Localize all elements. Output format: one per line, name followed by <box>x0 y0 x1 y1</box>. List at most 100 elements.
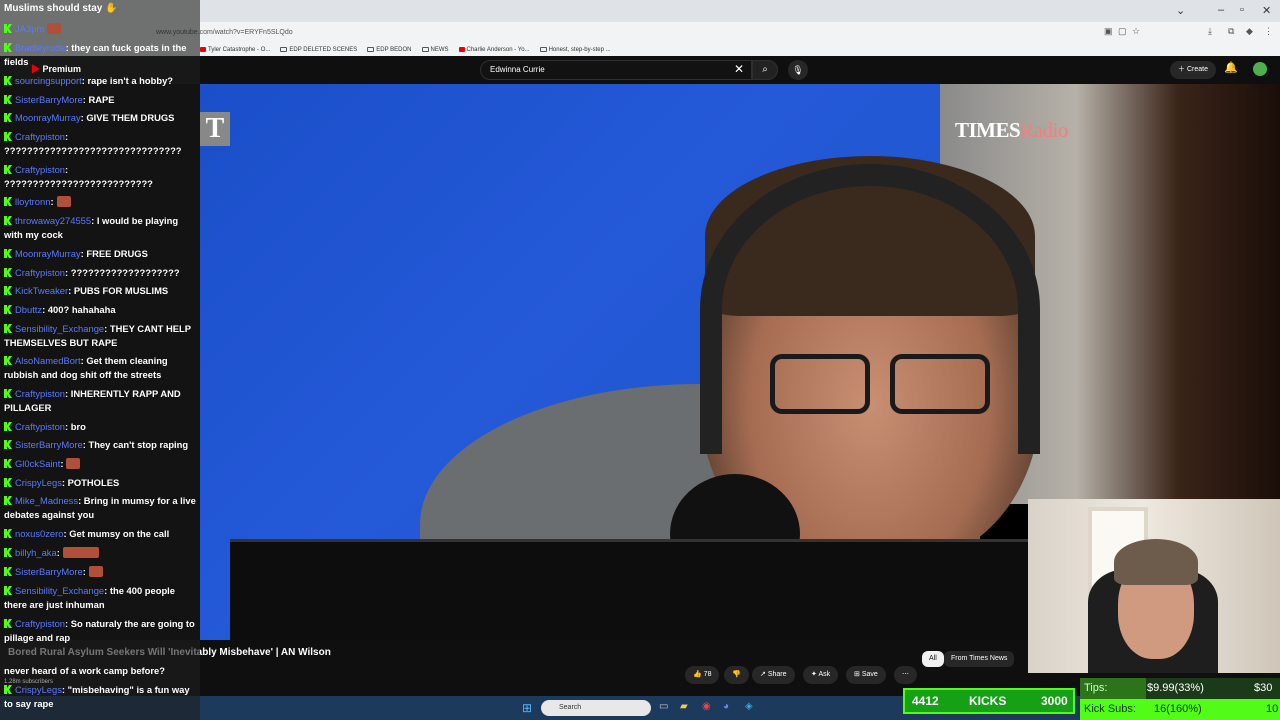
maximize-icon[interactable]: ▫ <box>1240 4 1244 16</box>
create-button[interactable]: ＋ Create <box>1170 61 1216 79</box>
extensions-icon[interactable]: ⧉ <box>1228 26 1234 37</box>
times-t-logo: T <box>200 112 230 146</box>
chat-message: SisterBarryMore: They can't stop raping <box>4 438 196 452</box>
install-app-icon[interactable]: ▣ <box>1104 26 1113 37</box>
search-input[interactable]: Edwinna Currie <box>480 60 752 80</box>
bookmark-item[interactable]: EDP BEDON <box>367 44 412 55</box>
kick-icon <box>4 286 12 295</box>
bookmark-star-icon[interactable]: ☆ <box>1132 26 1140 37</box>
tips-goal: $30 <box>1254 682 1273 694</box>
bookmark-item[interactable]: Tyler Catastrophe - O... <box>200 44 270 55</box>
kick-icon <box>4 496 12 505</box>
streamer-cap <box>1114 539 1198 585</box>
kicks-goal: 3000 <box>1041 694 1068 708</box>
share-label: Share <box>767 671 787 678</box>
kick-icon <box>4 422 12 431</box>
picture-in-picture-icon[interactable]: ▢ <box>1118 26 1127 37</box>
browser-menu-icon[interactable]: ⋮ <box>1264 26 1273 37</box>
taskbar-search[interactable]: Search <box>541 700 651 716</box>
kick-icon <box>4 548 12 557</box>
chat-message: Mike_Madness: Bring in mumsy for a live … <box>4 495 196 520</box>
dislike-button[interactable]: 👎 <box>724 666 749 684</box>
voice-search-button[interactable]: 🎙 <box>788 60 808 80</box>
tab-strip <box>200 0 1280 22</box>
address-bar[interactable]: www.youtube.com/watch?v=ERYFn5SLQdo <box>150 26 1110 40</box>
save-button[interactable]: ⊞ Save <box>846 666 886 684</box>
youtube-icon <box>200 47 206 52</box>
file-explorer-icon[interactable]: ▰ <box>680 701 688 712</box>
create-label: Create <box>1186 66 1208 73</box>
bookmark-item[interactable]: Charlie Anderson - Yo... <box>458 44 530 55</box>
chat-message: SisterBarryMore: <box>4 565 196 579</box>
bookmark-item[interactable]: Honest, step-by-step ... <box>539 44 611 55</box>
like-button[interactable]: 👍 78 <box>685 666 720 684</box>
kicks-current: 4412 <box>912 694 939 708</box>
chat-message: Gl0ckSaint: <box>4 457 196 471</box>
folder-icon <box>367 47 375 52</box>
windows-start-icon[interactable]: ⊞ <box>522 701 532 715</box>
chat-message: KickTweaker: PUBS FOR MUSLIMS <box>4 284 196 298</box>
like-count: 78 <box>703 671 712 678</box>
task-view-icon[interactable]: ▭ <box>659 701 668 712</box>
kick-icon <box>4 529 12 538</box>
more-actions-button[interactable]: ⋯ <box>894 666 917 684</box>
kick-icon <box>4 95 12 104</box>
bookmark-item[interactable]: EDP DELETED SCENES <box>280 44 357 55</box>
kick-icon <box>4 440 12 449</box>
folder-icon <box>539 47 547 52</box>
chat-overlay: Muslims should stay ✋ JA3pm Bradleyrude:… <box>0 0 200 720</box>
chat-message: JA3pm <box>4 22 196 36</box>
minimize-icon[interactable]: – <box>1218 4 1224 16</box>
kick-icon <box>4 216 12 225</box>
ask-button[interactable]: ✦ Ask <box>803 666 839 684</box>
folder-icon <box>421 47 429 52</box>
glasses <box>770 354 990 414</box>
kick-icon <box>4 197 12 206</box>
chat-message: SisterBarryMore: RAPE <box>4 93 196 107</box>
chat-message: Craftypiston: INHERENTLY RAPP AND PILLAG… <box>4 388 181 413</box>
youtube-icon <box>458 47 465 52</box>
chip-from-times-news[interactable]: From Times News <box>944 651 1015 667</box>
kick-icon <box>4 356 12 365</box>
kick-icon <box>4 567 12 576</box>
app-icon[interactable]: ◈ <box>745 701 753 712</box>
chat-message: sourcingsupport: rape isn't a hobby? <box>4 74 196 88</box>
chat-message: CrispyLegs: "misbehaving" is a fun way t… <box>4 684 190 709</box>
extension-red-icon[interactable]: ◆ <box>1246 26 1253 37</box>
save-label: Save <box>861 671 878 678</box>
share-button[interactable]: ↗ Share <box>752 666 795 684</box>
emote-icon <box>47 23 62 34</box>
chat-message: MoonrayMurray: GIVE THEM DRUGS <box>4 111 196 125</box>
times-radio-logo: TIMESRadio <box>955 118 1068 142</box>
chat-message: MoonrayMurray: FREE DRUGS <box>4 247 196 261</box>
tab-list-icon[interactable]: ⌄ <box>1176 4 1185 17</box>
emote-icon <box>56 196 71 207</box>
folder-icon <box>280 47 288 52</box>
kick-icon <box>4 305 12 314</box>
clear-search-icon[interactable]: ✕ <box>734 62 744 76</box>
chat-message: AlsoNamedBort: Get them cleaning rubbish… <box>4 355 168 380</box>
chat-message: lloytronn: <box>4 195 196 209</box>
tips-label: Tips: <box>1084 682 1108 694</box>
emote-icon <box>66 458 81 469</box>
chat-message: billyh_aka: <box>4 546 196 560</box>
chat-message: throwaway274555: I would be playing with… <box>4 215 179 240</box>
chat-message: Craftypiston: bro <box>4 420 196 434</box>
subs-goal: 10 <box>1266 703 1279 715</box>
close-window-icon[interactable]: ✕ <box>1262 4 1271 17</box>
subs-value: 16(160%) <box>1154 703 1202 715</box>
avatar[interactable] <box>1253 62 1267 76</box>
search-icon: ⌕ <box>762 64 768 75</box>
kicks-label: KICKS <box>969 694 1007 708</box>
search-button[interactable]: ⌕ <box>752 60 778 80</box>
chrome-icon[interactable]: ◉ <box>702 701 711 712</box>
bookmarks-bar: Tyler Catastrophe - O... EDP DELETED SCE… <box>200 44 611 55</box>
notifications-bell-icon[interactable]: 🔔 <box>1224 61 1238 74</box>
chip-all[interactable]: All <box>922 651 944 667</box>
download-icon[interactable]: ⤓ <box>1208 26 1212 37</box>
kick-icon <box>4 685 12 694</box>
bookmark-item[interactable]: NEWS <box>421 44 449 55</box>
discord-icon[interactable]: ◕ <box>723 701 729 712</box>
kick-icon <box>4 389 12 398</box>
chat-message: Craftypiston: ?????????????????????????? <box>4 164 153 189</box>
